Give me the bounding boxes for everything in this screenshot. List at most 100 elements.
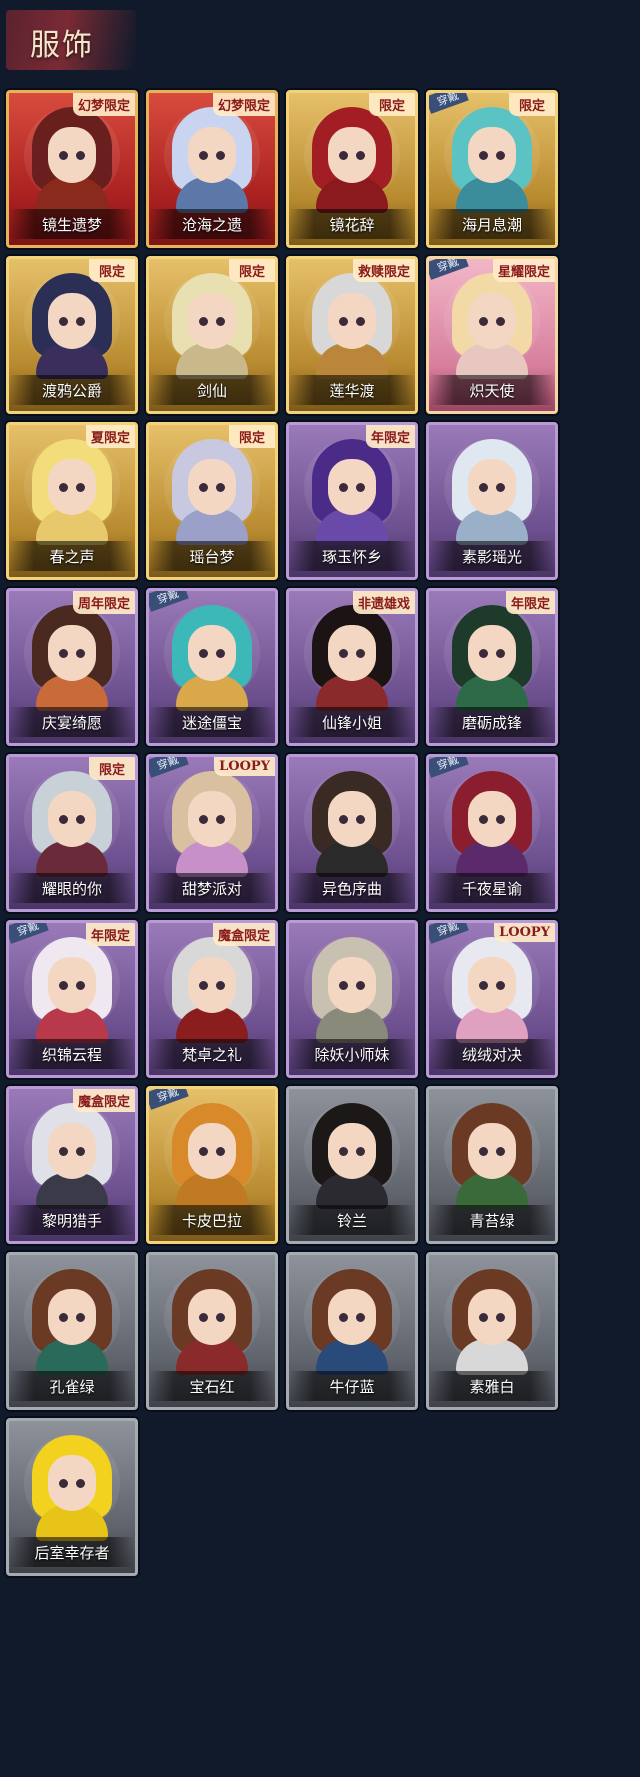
outfit-name: 瑶台梦 [189,547,235,566]
portrait-eye [216,1313,225,1322]
portrait-face [328,459,376,515]
limited-badge: 限定 [89,259,135,282]
outfit-card[interactable]: 后室幸存者 [6,1418,138,1576]
portrait-eye [76,483,85,492]
name-bar: 梵卓之礼 [149,1039,275,1069]
name-bar: 沧海之遗 [149,209,275,239]
outfit-name: 琢玉怀乡 [321,547,382,566]
character-portrait [166,107,258,213]
portrait-eye [479,981,488,990]
name-bar: 素雅白 [429,1371,555,1401]
outfit-card[interactable]: 周年限定 庆宴绮愿 [6,588,138,746]
outfit-card[interactable]: 孔雀绿 [6,1252,138,1410]
outfit-card[interactable]: 除妖小师妹 [286,920,418,1078]
outfit-card[interactable]: 青苔绿 [426,1086,558,1244]
portrait-eye [339,483,348,492]
outfit-card[interactable]: 年限定 穿戴 织锦云程 [6,920,138,1078]
portrait-eye [76,1313,85,1322]
portrait-face [328,293,376,349]
portrait-eye [479,317,488,326]
outfit-card[interactable]: 年限定 磨砺成锋 [426,588,558,746]
portrait-face [468,459,516,515]
outfit-card[interactable]: 限定 剑仙 [146,256,278,414]
name-bar: 莲华渡 [289,375,415,405]
outfit-card[interactable]: 夏限定春之声 [6,422,138,580]
limited-badge: 限定 [509,93,555,116]
outfit-card[interactable]: 救赎限定 莲华渡 [286,256,418,414]
character-portrait [166,937,258,1043]
name-bar: 宝石红 [149,1371,275,1401]
outfit-card[interactable]: 非遗雄戏 仙锋小姐 [286,588,418,746]
portrait-eye [356,151,365,160]
portrait-eye [199,483,208,492]
character-portrait [306,771,398,877]
outfit-card[interactable]: LOOPY 穿戴 绒绒对决 [426,920,558,1078]
portrait-eye [59,317,68,326]
outfit-card[interactable]: 幻梦限定 沧海之遗 [146,90,278,248]
outfit-card[interactable]: LOOPY 穿戴 甜梦派对 [146,754,278,912]
portrait-eye [496,1313,505,1322]
outfit-name: 织锦云程 [41,1045,102,1064]
portrait-eye [199,1313,208,1322]
portrait-face [48,625,96,681]
character-portrait [446,107,538,213]
portrait-face [328,1289,376,1345]
outfit-card[interactable]: 限定 瑶台梦 [146,422,278,580]
limited-badge: 年限定 [365,425,415,448]
outfit-card[interactable]: 魔盒限定 黎明猎手 [6,1086,138,1244]
portrait-face [48,1123,96,1179]
portrait-eye [496,649,505,658]
portrait-eye [479,1147,488,1156]
outfit-card[interactable]: 素雅白 [426,1252,558,1410]
name-bar: 千夜星谕 [429,873,555,903]
outfit-card[interactable]: 限定 耀眼的你 [6,754,138,912]
portrait-eye [496,317,505,326]
portrait-face [468,1123,516,1179]
outfit-card[interactable]: 穿戴 卡皮巴拉 [146,1086,278,1244]
portrait-eye [496,151,505,160]
outfit-name: 除妖小师妹 [314,1045,390,1064]
limited-badge: 周年限定 [72,591,135,614]
outfit-card[interactable]: 牛仔蓝 [286,1252,418,1410]
portrait-eye [76,1479,85,1488]
outfit-card[interactable]: 限定 镜花辞 [286,90,418,248]
outfit-name: 素影瑶光 [461,547,522,566]
outfit-card[interactable]: 穿戴 迷途僵宝 [146,588,278,746]
portrait-eye [496,981,505,990]
character-portrait [166,1103,258,1209]
portrait-face [188,459,236,515]
outfit-card[interactable]: 年限定琢玉怀乡 [286,422,418,580]
outfit-card[interactable]: 穿戴 千夜星谕 [426,754,558,912]
character-portrait [306,1269,398,1375]
portrait-eye [356,317,365,326]
portrait-eye [59,483,68,492]
character-portrait [306,937,398,1043]
character-portrait [26,1103,118,1209]
portrait-face [328,791,376,847]
outfit-card[interactable]: 素影瑶光 [426,422,558,580]
limited-badge: 夏限定 [85,425,135,448]
outfit-card[interactable]: 限定 穿戴 海月息潮 [426,90,558,248]
portrait-eye [479,1313,488,1322]
outfit-name: 春之声 [49,547,95,566]
portrait-face [188,1289,236,1345]
outfit-name: 异色序曲 [321,879,382,898]
outfit-card[interactable]: 星耀限定 穿戴 炽天使 [426,256,558,414]
outfit-card[interactable]: 宝石红 [146,1252,278,1410]
character-portrait [26,1435,118,1541]
outfit-card[interactable]: 幻梦限定 镜生遗梦 [6,90,138,248]
name-bar: 织锦云程 [9,1039,135,1069]
outfit-card[interactable]: 铃兰 [286,1086,418,1244]
name-bar: 素影瑶光 [429,541,555,571]
outfit-card[interactable]: 限定 渡鸦公爵 [6,256,138,414]
outfit-card[interactable]: 魔盒限定 梵卓之礼 [146,920,278,1078]
name-bar: 迷途僵宝 [149,707,275,737]
outfit-name: 梵卓之礼 [181,1045,242,1064]
outfit-name: 甜梦派对 [181,879,242,898]
portrait-eye [479,151,488,160]
portrait-eye [356,483,365,492]
outfit-name: 绒绒对决 [461,1045,522,1064]
character-portrait [26,439,118,545]
outfit-card[interactable]: 异色序曲 [286,754,418,912]
portrait-face [188,791,236,847]
